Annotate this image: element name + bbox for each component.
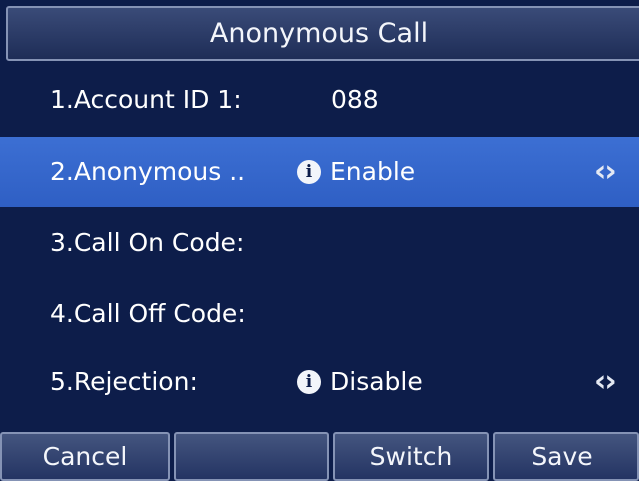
- page-title: Anonymous Call: [6, 6, 639, 61]
- left-right-arrows-icon[interactable]: ‹›: [594, 347, 617, 417]
- row-value: 088: [331, 85, 379, 114]
- left-right-arrows-icon[interactable]: ‹›: [594, 137, 617, 207]
- row-label: 2.Anonymous ..: [50, 157, 246, 186]
- cancel-button[interactable]: Cancel: [0, 432, 170, 481]
- row-value: Disable: [330, 367, 423, 396]
- setting-row-rejection[interactable]: 5.Rejection: i Disable ‹›: [0, 347, 639, 417]
- info-icon[interactable]: i: [297, 160, 321, 184]
- row-label: 4.Call Off Code:: [50, 299, 246, 328]
- softkey-bar: Cancel Switch Save: [0, 432, 639, 481]
- switch-button[interactable]: Switch: [333, 432, 489, 481]
- phone-screen: Anonymous Call 1.Account ID 1: 088 2.Ano…: [0, 0, 639, 481]
- info-icon[interactable]: i: [297, 370, 321, 394]
- save-button[interactable]: Save: [493, 432, 639, 481]
- row-label: 5.Rejection:: [50, 367, 198, 396]
- setting-row-anonymous[interactable]: 2.Anonymous .. i Enable ‹›: [0, 137, 639, 207]
- row-value: Enable: [330, 157, 416, 186]
- row-label: 3.Call On Code:: [50, 228, 245, 257]
- setting-row-call-off-code[interactable]: 4.Call Off Code:: [0, 279, 639, 349]
- empty-softkey-button[interactable]: [174, 432, 329, 481]
- row-label: 1.Account ID 1:: [50, 85, 242, 114]
- setting-row-call-on-code[interactable]: 3.Call On Code:: [0, 208, 639, 278]
- setting-row-account-id[interactable]: 1.Account ID 1: 088: [0, 65, 639, 135]
